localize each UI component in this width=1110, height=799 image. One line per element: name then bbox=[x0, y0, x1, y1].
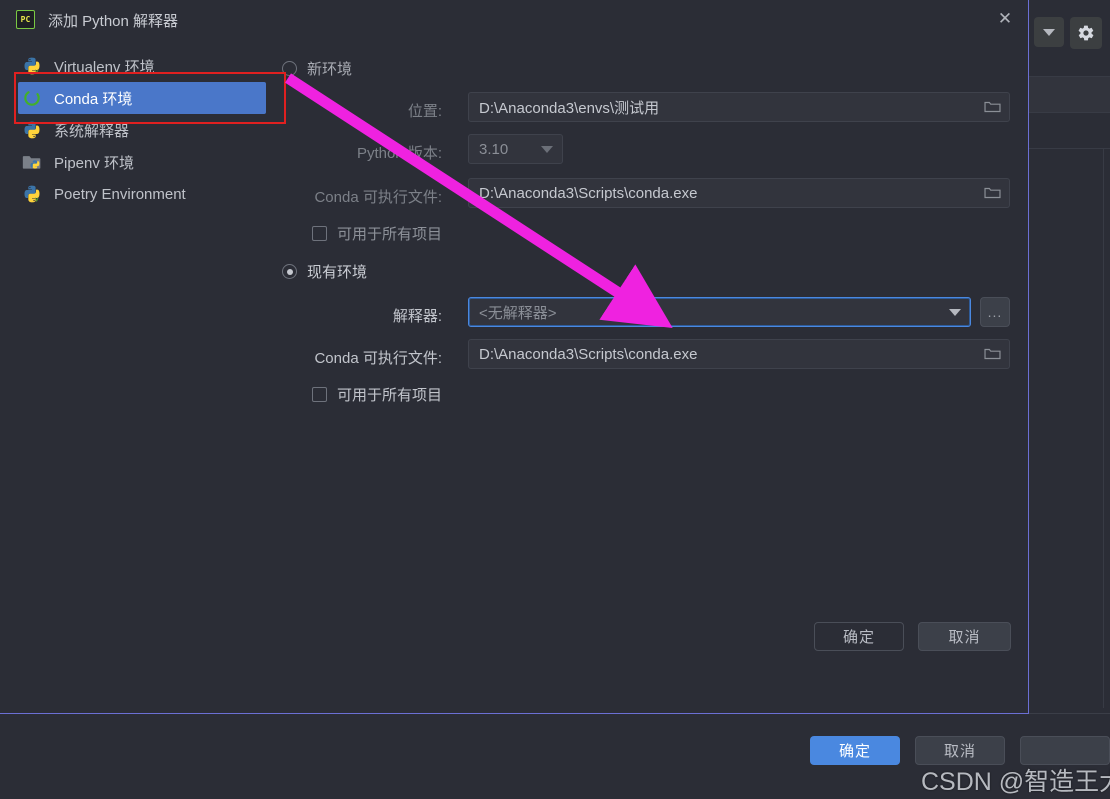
folder-browse-icon[interactable] bbox=[975, 340, 1009, 368]
sidebar-item-system-interpreter[interactable]: 系统解释器 bbox=[0, 114, 270, 146]
sidebar-item-pipenv[interactable]: Pipenv 环境 bbox=[0, 146, 270, 178]
interpreter-combo[interactable]: <无解释器> bbox=[468, 297, 971, 327]
sidebar-item-label: Conda 环境 bbox=[54, 90, 133, 108]
ide-ok-button[interactable]: 确定 bbox=[810, 736, 900, 765]
location-label: 位置: bbox=[407, 103, 442, 120]
bg-list-row-1 bbox=[1029, 76, 1110, 112]
radio-new-environment-indicator bbox=[282, 61, 297, 76]
location-value: D:\Anaconda3\envs\测试用 bbox=[479, 99, 660, 117]
checkbox-available-all-projects-existing[interactable]: 可用于所有项目 bbox=[312, 384, 442, 405]
radio-existing-environment-label: 现有环境 bbox=[307, 264, 368, 281]
conda-exe-input-new[interactable]: D:\Anaconda3\Scripts\conda.exe bbox=[468, 178, 1010, 208]
python-virtualenv-icon bbox=[22, 56, 42, 76]
folder-browse-icon[interactable] bbox=[975, 179, 1009, 207]
location-input[interactable]: D:\Anaconda3\envs\测试用 bbox=[468, 92, 1010, 122]
folder-browse-icon[interactable] bbox=[975, 93, 1009, 121]
sidebar-item-label: 系统解释器 bbox=[54, 122, 130, 140]
python-version-combo[interactable]: 3.10 bbox=[468, 134, 563, 164]
checkbox-label: 可用于所有项目 bbox=[337, 226, 443, 243]
checkbox-available-all-projects-new[interactable]: 可用于所有项目 bbox=[312, 223, 442, 244]
conda-exe-label-existing: Conda 可执行文件: bbox=[314, 350, 442, 367]
python-version-value: 3.10 bbox=[479, 140, 509, 158]
dialog-cancel-button[interactable]: 取消 bbox=[918, 622, 1011, 651]
interpreter-value: <无解释器> bbox=[479, 304, 557, 322]
python-system-icon bbox=[22, 120, 42, 140]
conda-exe-input-existing[interactable]: D:\Anaconda3\Scripts\conda.exe bbox=[468, 339, 1010, 369]
ide-bottom-bar: 确定 取消 bbox=[0, 713, 1110, 799]
interpreter-more-button[interactable]: ... bbox=[980, 297, 1010, 327]
chevron-down-icon[interactable] bbox=[940, 298, 970, 326]
radio-new-environment[interactable]: 新环境 bbox=[282, 58, 352, 79]
pycharm-icon: PC bbox=[16, 10, 35, 29]
sidebar-item-conda[interactable]: Conda 环境 bbox=[18, 82, 266, 114]
close-icon[interactable]: ✕ bbox=[982, 0, 1028, 38]
toolbar-dropdown-button[interactable] bbox=[1034, 17, 1064, 47]
conda-exe-label-new: Conda 可执行文件: bbox=[314, 189, 442, 206]
radio-existing-environment-indicator bbox=[282, 264, 297, 279]
python-version-label: Python 版本: bbox=[356, 145, 442, 162]
interpreter-type-sidebar: Virtualenv 环境 Conda 环境 系统解释器 Pipenv 环境 P… bbox=[0, 44, 270, 704]
interpreter-label: 解释器: bbox=[392, 308, 442, 325]
sidebar-item-label: Poetry Environment bbox=[54, 185, 186, 203]
chevron-down-icon bbox=[1043, 28, 1055, 36]
bg-panel-edge bbox=[1103, 148, 1104, 708]
sidebar-item-label: Pipenv 环境 bbox=[54, 154, 135, 172]
checkbox-indicator bbox=[312, 387, 327, 402]
checkbox-label: 可用于所有项目 bbox=[337, 387, 443, 404]
ide-apply-button[interactable] bbox=[1020, 736, 1110, 765]
checkbox-indicator bbox=[312, 226, 327, 241]
bg-divider-3 bbox=[1029, 148, 1110, 149]
pycharm-icon-text: PC bbox=[20, 14, 31, 24]
conda-icon bbox=[22, 88, 42, 108]
dialog-ok-button[interactable]: 确定 bbox=[814, 622, 904, 651]
chevron-down-icon[interactable] bbox=[532, 135, 562, 163]
conda-exe-value-new: D:\Anaconda3\Scripts\conda.exe bbox=[479, 184, 698, 202]
gear-icon bbox=[1078, 25, 1094, 41]
sidebar-item-virtualenv[interactable]: Virtualenv 环境 bbox=[0, 50, 270, 82]
interpreter-settings-form: 新环境 位置: D:\Anaconda3\envs\测试用 Python 版本:… bbox=[270, 44, 1028, 713]
python-poetry-icon bbox=[22, 184, 42, 204]
bg-divider-2 bbox=[1029, 112, 1110, 113]
dialog-title-bar: PC 添加 Python 解释器 ✕ bbox=[0, 0, 1028, 40]
dialog-title: 添加 Python 解释器 bbox=[48, 13, 179, 30]
ide-cancel-button[interactable]: 取消 bbox=[915, 736, 1005, 765]
pipenv-folder-icon bbox=[22, 152, 42, 172]
bg-divider-1 bbox=[1029, 76, 1110, 77]
radio-new-environment-label: 新环境 bbox=[307, 61, 353, 78]
radio-existing-environment[interactable]: 现有环境 bbox=[282, 261, 367, 282]
conda-exe-value-existing: D:\Anaconda3\Scripts\conda.exe bbox=[479, 345, 698, 363]
toolbar-settings-button[interactable] bbox=[1070, 17, 1102, 49]
sidebar-item-label: Virtualenv 环境 bbox=[54, 58, 155, 76]
add-python-interpreter-dialog: PC 添加 Python 解释器 ✕ Virtualenv 环境 Conda 环… bbox=[0, 0, 1029, 714]
sidebar-item-poetry[interactable]: Poetry Environment bbox=[0, 178, 270, 210]
